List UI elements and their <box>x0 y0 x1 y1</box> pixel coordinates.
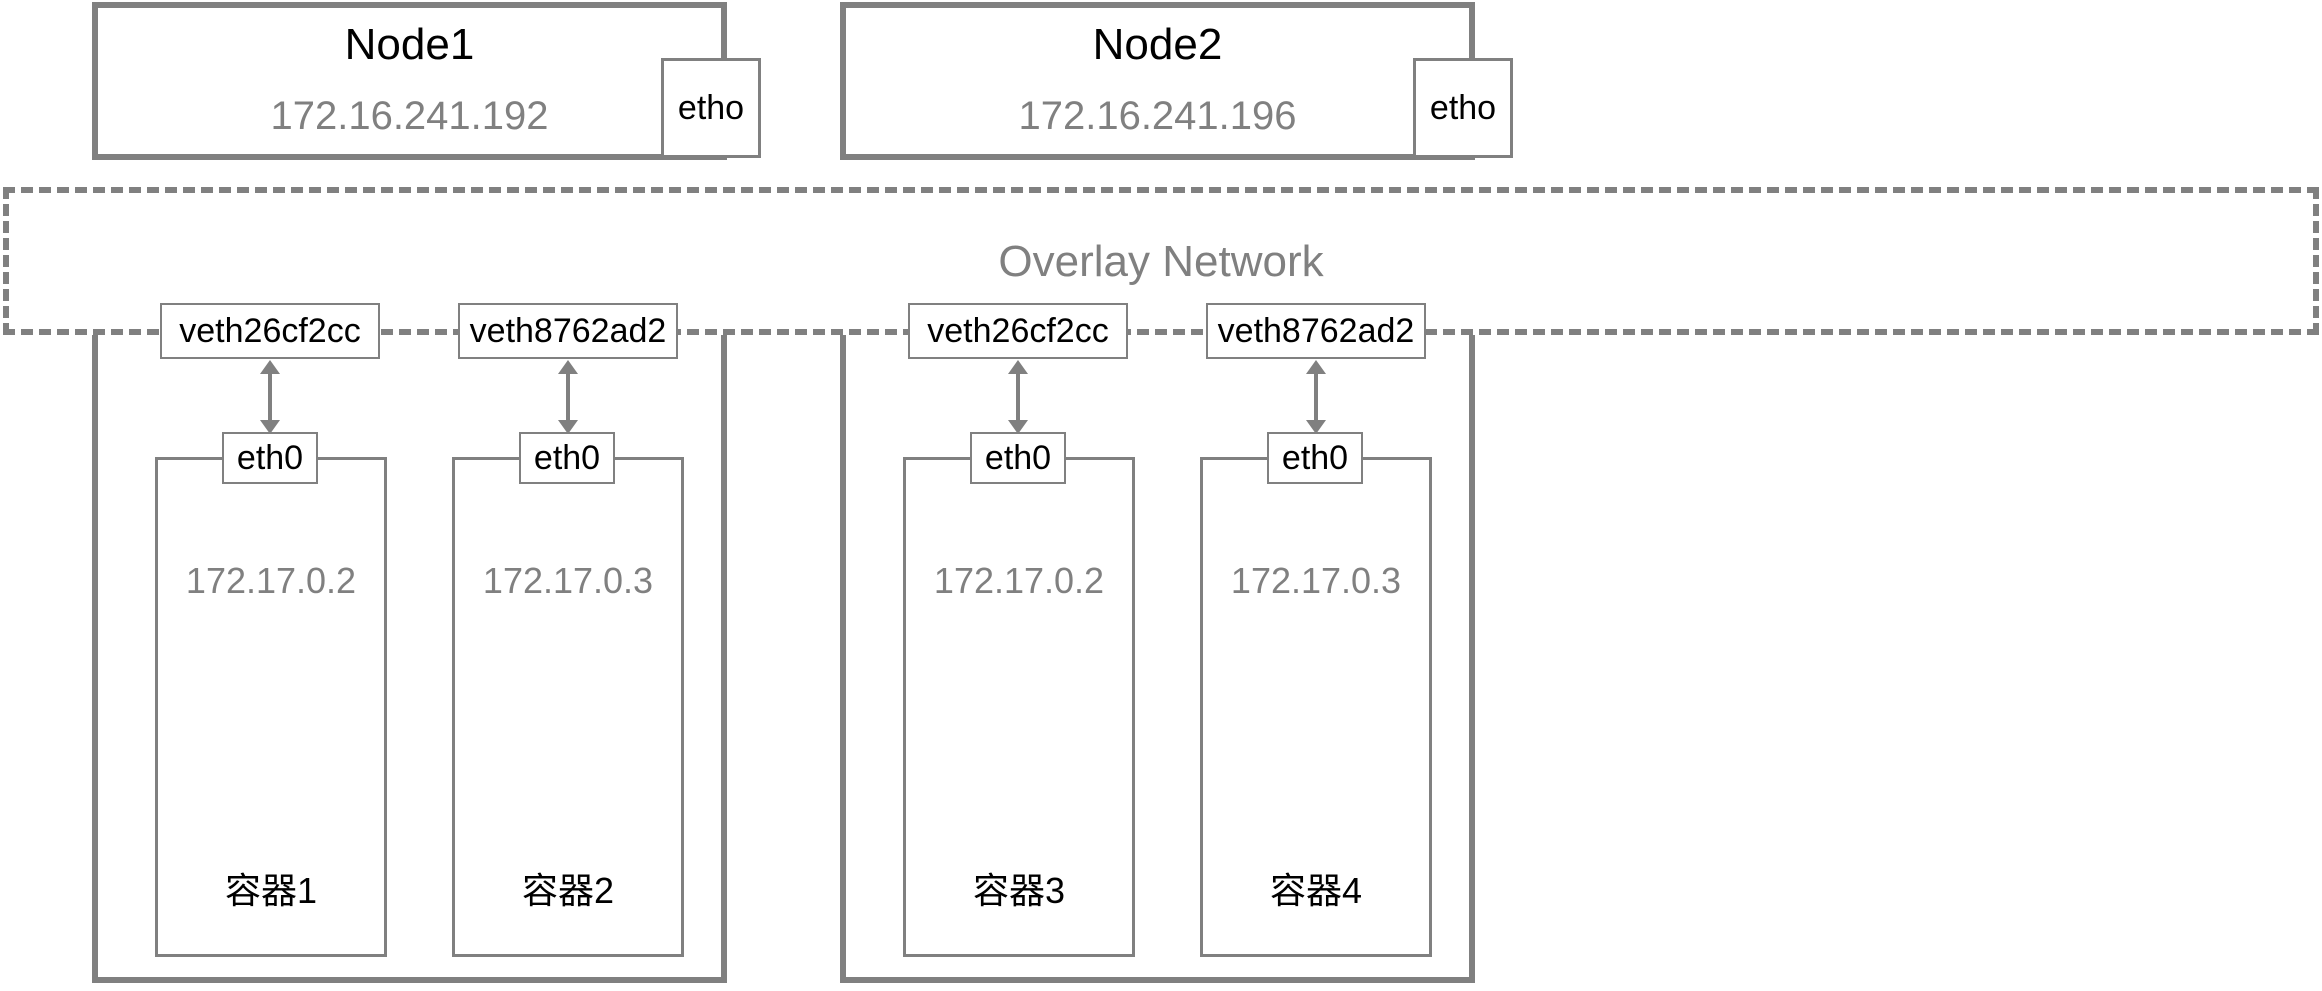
veth-node1-c1: veth26cf2cc <box>160 303 380 359</box>
container2-box: 172.17.0.3 容器2 <box>452 457 684 957</box>
node2-etho-label: etho <box>1430 89 1496 128</box>
diagram-canvas: Node1 172.16.241.192 etho Node2 172.16.2… <box>0 0 2322 991</box>
container4-box: 172.17.0.3 容器4 <box>1200 457 1432 957</box>
container3-eth0-label: eth0 <box>985 439 1051 478</box>
node2-box: Node2 172.16.241.196 <box>840 2 1475 160</box>
container3-ip: 172.17.0.2 <box>906 560 1132 602</box>
veth-node2-c1-label: veth26cf2cc <box>927 312 1108 351</box>
node1-etho-label: etho <box>678 89 744 128</box>
veth-node2-c2-label: veth8762ad2 <box>1218 312 1415 351</box>
node1-title: Node1 <box>98 20 721 70</box>
container3-name: 容器3 <box>906 862 1132 914</box>
veth-node2-c2: veth8762ad2 <box>1206 303 1426 359</box>
veth-node1-c2: veth8762ad2 <box>458 303 678 359</box>
node2-etho-box: etho <box>1413 58 1513 158</box>
arrow-node1-c2 <box>566 370 570 424</box>
container1-eth0-box: eth0 <box>222 432 318 484</box>
arrow-node1-c1 <box>268 370 272 424</box>
node2-title: Node2 <box>846 20 1469 70</box>
container3-eth0-box: eth0 <box>970 432 1066 484</box>
container1-name: 容器1 <box>158 862 384 914</box>
container2-name: 容器2 <box>455 862 681 914</box>
veth-node1-c1-label: veth26cf2cc <box>179 312 360 351</box>
arrow-node2-c1 <box>1016 370 1020 424</box>
container4-eth0-label: eth0 <box>1282 439 1348 478</box>
overlay-network-label: Overlay Network <box>9 237 2313 287</box>
container4-eth0-box: eth0 <box>1267 432 1363 484</box>
container3-box: 172.17.0.2 容器3 <box>903 457 1135 957</box>
container2-eth0-label: eth0 <box>534 439 600 478</box>
arrow-node2-c2 <box>1314 370 1318 424</box>
container1-ip: 172.17.0.2 <box>158 560 384 602</box>
container1-box: 172.17.0.2 容器1 <box>155 457 387 957</box>
node1-etho-box: etho <box>661 58 761 158</box>
veth-node1-c2-label: veth8762ad2 <box>470 312 667 351</box>
node1-ip: 172.16.241.192 <box>98 94 721 139</box>
node2-ip: 172.16.241.196 <box>846 94 1469 139</box>
container2-eth0-box: eth0 <box>519 432 615 484</box>
container1-eth0-label: eth0 <box>237 439 303 478</box>
container4-ip: 172.17.0.3 <box>1203 560 1429 602</box>
node1-box: Node1 172.16.241.192 <box>92 2 727 160</box>
veth-node2-c1: veth26cf2cc <box>908 303 1128 359</box>
container2-ip: 172.17.0.3 <box>455 560 681 602</box>
container4-name: 容器4 <box>1203 862 1429 914</box>
